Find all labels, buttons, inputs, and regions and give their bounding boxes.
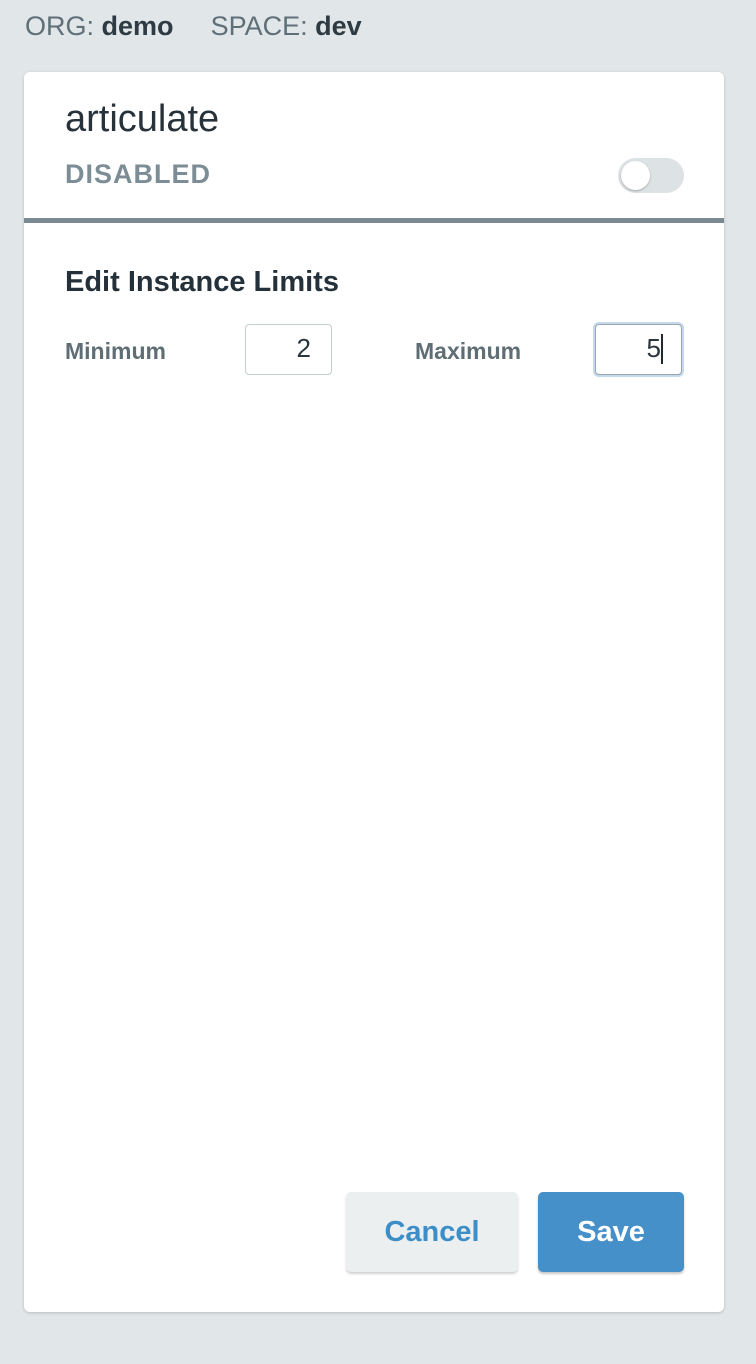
card-header: articulate DISABLED	[24, 72, 724, 223]
save-button[interactable]: Save	[538, 1192, 684, 1272]
toggle-knob	[621, 161, 650, 190]
text-caret	[661, 334, 663, 364]
status-label: DISABLED	[65, 159, 212, 189]
minimum-input[interactable]	[245, 324, 332, 375]
app-name: articulate	[65, 98, 220, 140]
maximum-label: Maximum	[415, 338, 522, 364]
autoscaler-card: articulate DISABLED Edit Instance Limits…	[24, 72, 724, 1312]
section-title: Edit Instance Limits	[65, 266, 339, 298]
cancel-button[interactable]: Cancel	[346, 1192, 518, 1272]
org-value: demo	[101, 11, 174, 41]
enable-toggle[interactable]	[618, 158, 684, 193]
minimum-label: Minimum	[65, 338, 166, 364]
space-value: dev	[315, 11, 362, 41]
context-bar: ORG: demo SPACE: dev	[25, 8, 362, 44]
space-label: SPACE:	[210, 11, 308, 41]
maximum-input[interactable]	[595, 324, 682, 375]
org-label: ORG:	[25, 11, 95, 41]
